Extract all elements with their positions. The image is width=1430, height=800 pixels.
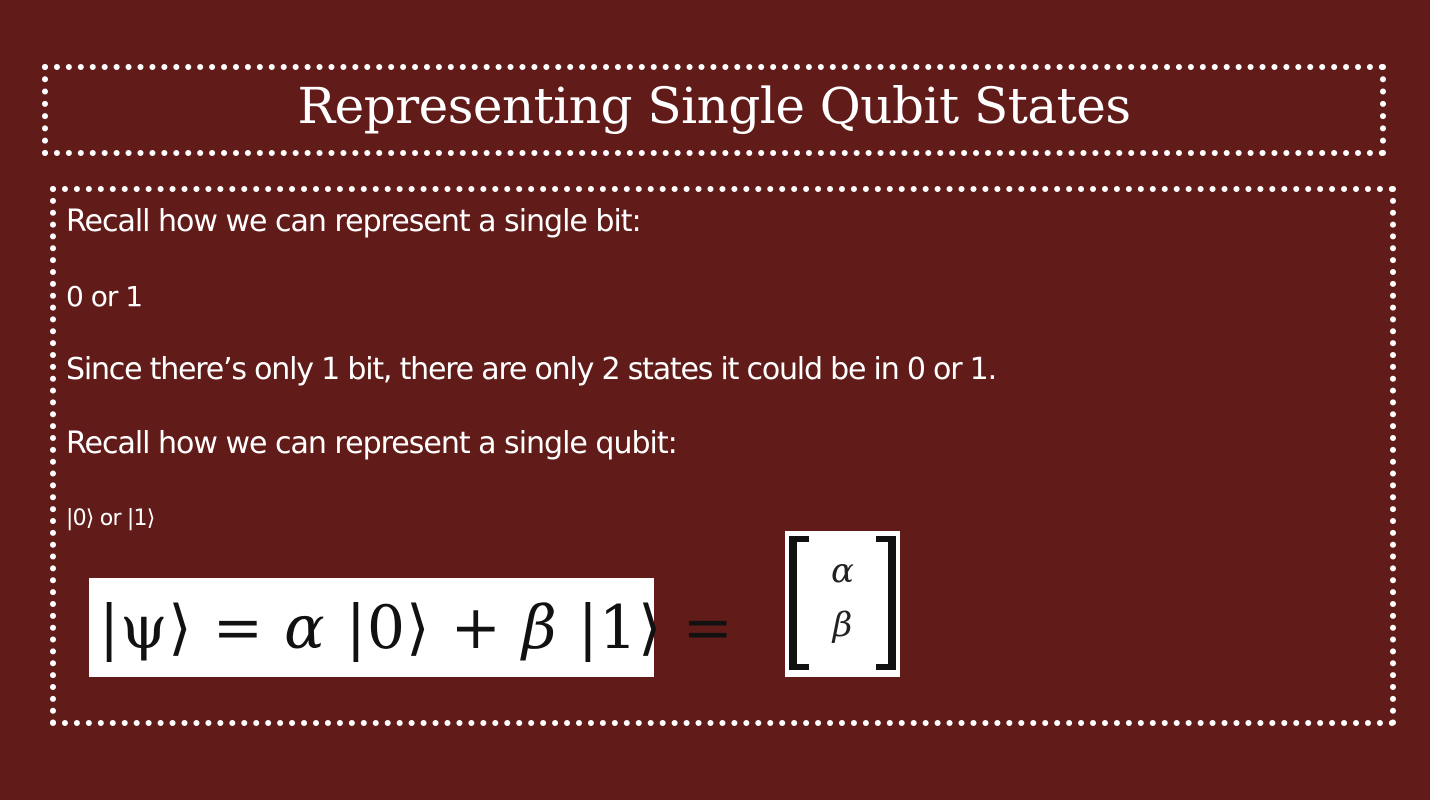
- beta-symbol: β: [521, 592, 558, 663]
- ket-zero-term: |0⟩ +: [325, 592, 522, 663]
- slide-title: Representing Single Qubit States: [297, 77, 1131, 135]
- column-vector-image: α β: [785, 531, 900, 677]
- vector-entry-beta: β: [832, 605, 853, 645]
- alpha-symbol: α: [284, 592, 326, 663]
- title-box: Representing Single Qubit States: [42, 64, 1386, 156]
- equals-sign: =: [192, 592, 285, 663]
- text-line-bit-states: Since there’s only 1 bit, there are only…: [66, 352, 997, 387]
- psi-ket: |ψ⟩: [99, 592, 193, 663]
- text-line-qubit-values: |0⟩ or |1⟩: [66, 506, 155, 531]
- text-line-bit-values: 0 or 1: [66, 280, 143, 313]
- vector-entry-alpha: α: [831, 551, 854, 591]
- state-equation-image: |ψ⟩ = α |0⟩ + β |1⟩ =: [89, 578, 733, 677]
- text-line-bit-intro: Recall how we can represent a single bit…: [66, 204, 642, 239]
- ket-one-term: |1⟩ =: [557, 592, 734, 663]
- state-equation: |ψ⟩ = α |0⟩ + β |1⟩ =: [99, 593, 734, 663]
- text-line-qubit-intro: Recall how we can represent a single qub…: [66, 426, 678, 461]
